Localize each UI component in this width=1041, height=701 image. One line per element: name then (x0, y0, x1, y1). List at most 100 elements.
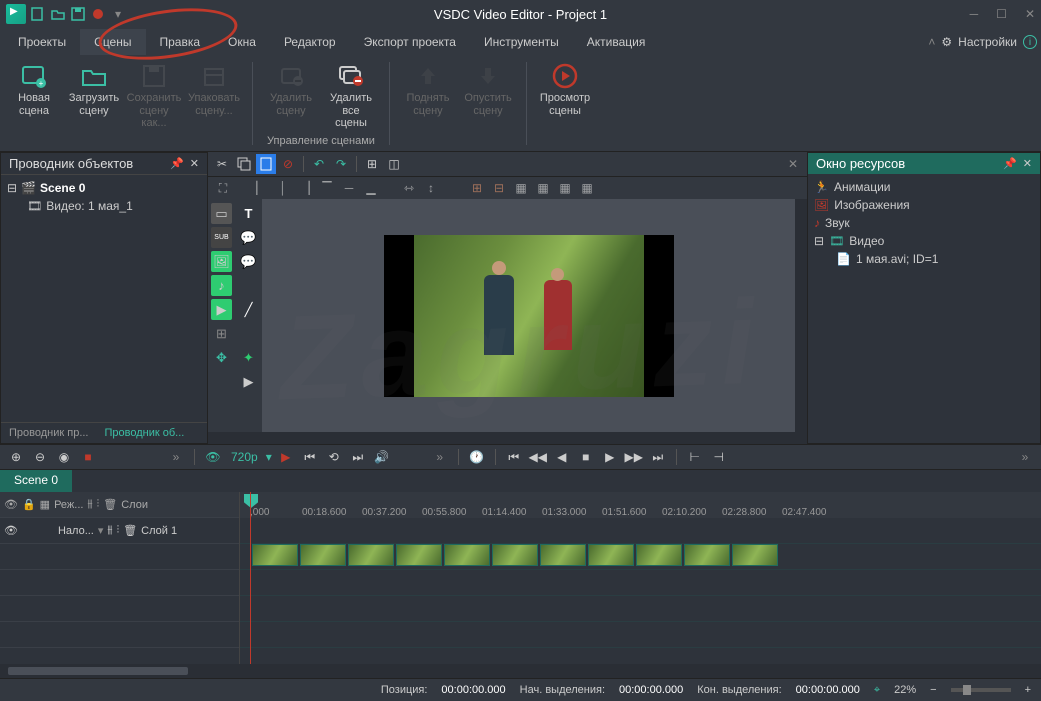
timeline-tab-scene[interactable]: Scene 0 (0, 470, 72, 492)
load-scene-button[interactable]: Загрузить сцену (66, 60, 122, 132)
align-right-icon[interactable]: ▕ (296, 180, 314, 196)
clip-thumb[interactable] (588, 544, 634, 566)
paste-icon[interactable] (256, 154, 276, 174)
audio-icon[interactable]: ♪ (211, 275, 232, 296)
close-panel-icon[interactable]: ✕ (1023, 157, 1032, 170)
menu-activation[interactable]: Активация (573, 29, 660, 55)
marker1-icon[interactable]: ⊢ (685, 447, 705, 467)
step-back-icon[interactable]: ⏮ (300, 447, 320, 467)
chevrons-icon[interactable]: » (1015, 447, 1035, 467)
eye-icon[interactable]: 👁 (203, 447, 223, 467)
timeline-track-row[interactable]: 👁 Нало... ▾ ⫵ ⫶ 🗑 Слой 1 (0, 518, 239, 544)
undo-icon[interactable]: ↶ (309, 154, 329, 174)
lock-col-icon[interactable]: 🔒 (22, 498, 36, 511)
volume-icon[interactable]: 🔊 (372, 447, 392, 467)
qat-open-icon[interactable] (50, 6, 66, 22)
rewind-icon[interactable]: ◀◀ (528, 447, 548, 467)
clip-thumb[interactable] (684, 544, 730, 566)
clip-thumb[interactable] (492, 544, 538, 566)
clock-icon[interactable]: 🕐 (467, 447, 487, 467)
move-icon[interactable]: ✥ (211, 347, 232, 368)
align-top-icon[interactable]: ▔ (318, 180, 336, 196)
workspace-hscroll[interactable] (208, 432, 807, 444)
crop-icon[interactable]: ◫ (384, 154, 404, 174)
collapse-icon[interactable]: ⊟ (7, 181, 17, 195)
res-video[interactable]: ⊟🎞Видео (814, 232, 1034, 250)
tree-video-node[interactable]: 🎞Видео: 1 мая_1 (27, 197, 201, 215)
tree-scene-node[interactable]: ⊟🎬Scene 0 (7, 179, 201, 197)
track-trash-icon[interactable]: 🗑 (123, 524, 137, 537)
dist-h-icon[interactable]: ⇿ (400, 180, 418, 196)
align-bot-icon[interactable]: ▁ (362, 180, 380, 196)
qat-dropdown-icon[interactable]: ▾ (110, 6, 126, 22)
stop-icon[interactable]: ■ (576, 447, 596, 467)
maximize-button[interactable]: ☐ (996, 7, 1007, 21)
shape-rect-icon[interactable]: ▭ (211, 203, 232, 224)
res-sound[interactable]: ♪Звук (814, 214, 1034, 232)
timeline-clips[interactable] (252, 544, 778, 566)
zoom-out-icon[interactable]: ⊖ (30, 447, 50, 467)
play-red-icon[interactable]: ▶ (276, 447, 296, 467)
info-icon[interactable]: i (1023, 35, 1037, 49)
dist-v-icon[interactable]: ↕ (422, 180, 440, 196)
copy-icon[interactable] (234, 154, 254, 174)
group-icon[interactable]: ⊞ (468, 180, 486, 196)
clip-thumb[interactable] (636, 544, 682, 566)
res-images[interactable]: 🖼Изображения (814, 196, 1034, 214)
chevron-up-icon[interactable]: ˄ (928, 35, 935, 49)
track-wave-icon[interactable]: ⫵ (107, 524, 112, 537)
zoom-slider[interactable] (951, 688, 1011, 692)
timeline-ruler[interactable]: ,000 00:18.600 00:37.200 00:55.800 01:14… (240, 492, 1041, 518)
record-icon[interactable]: ■ (78, 447, 98, 467)
chart-icon[interactable]: 💬 (238, 251, 259, 272)
expand-icon[interactable]: ⊟ (814, 234, 824, 248)
delete-icon[interactable]: ⊘ (278, 154, 298, 174)
menu-edit[interactable]: Правка (146, 29, 215, 55)
blend-col-icon[interactable]: ▦ (40, 498, 50, 511)
zoom-out-btn[interactable]: − (930, 684, 936, 696)
sprite-icon[interactable]: ⊞ (211, 323, 232, 344)
qat-save-icon[interactable] (70, 6, 86, 22)
pin-icon[interactable]: 📌 (170, 157, 184, 170)
play-tool-icon[interactable]: ▶ (238, 371, 259, 392)
explorer-tab-1[interactable]: Проводник пр... (1, 423, 97, 443)
preview-button[interactable]: Просмотр сцены (537, 60, 593, 119)
res-animations[interactable]: 🏃Анимации (814, 178, 1034, 196)
clip-thumb[interactable] (732, 544, 778, 566)
playhead-line[interactable] (250, 492, 251, 664)
goto-start-icon[interactable]: ⏮ (504, 447, 524, 467)
zoom-fit-icon[interactable]: ◉ (54, 447, 74, 467)
image-icon[interactable]: 🖼 (211, 251, 232, 272)
close-doc-icon[interactable]: ✕ (783, 154, 803, 174)
ffwd-icon[interactable]: ▶▶ (624, 447, 644, 467)
ungroup-icon[interactable]: ⊟ (490, 180, 508, 196)
workspace-vscroll[interactable] (795, 199, 807, 432)
playhead-handle-icon[interactable] (244, 494, 258, 508)
menu-windows[interactable]: Окна (214, 29, 270, 55)
video-icon[interactable]: ▶ (211, 299, 232, 320)
redo-icon[interactable]: ↷ (331, 154, 351, 174)
eye-col-icon[interactable]: 👁 (4, 498, 18, 511)
pin-icon[interactable]: 📌 (1003, 157, 1017, 170)
explorer-tab-2[interactable]: Проводник об... (97, 423, 193, 443)
next-frame-icon[interactable]: ▶ (600, 447, 620, 467)
close-button[interactable]: ✕ (1025, 7, 1035, 21)
preview-area[interactable] (262, 199, 795, 432)
align-center-icon[interactable]: │ (274, 180, 292, 196)
tooltip-icon[interactable]: 💬 (238, 227, 259, 248)
zoom-in-icon[interactable]: ⊕ (6, 447, 26, 467)
align-mid-icon[interactable]: ─ (340, 180, 358, 196)
menu-tools[interactable]: Инструменты (470, 29, 573, 55)
minimize-button[interactable]: ─ (970, 7, 979, 21)
text-icon[interactable]: T (238, 203, 259, 224)
qat-new-icon[interactable] (30, 6, 46, 22)
goto-end-icon[interactable]: ⏭ (648, 447, 668, 467)
back-icon[interactable]: ▦ (534, 180, 552, 196)
res-video-file[interactable]: 📄1 мая.avi; ID=1 (836, 250, 1034, 268)
select-all-icon[interactable]: ⛶ (214, 180, 232, 196)
prev-frame-icon[interactable]: ◀ (552, 447, 572, 467)
clip-thumb[interactable] (444, 544, 490, 566)
target-icon[interactable]: ⌖ (874, 684, 880, 697)
subtitle-icon[interactable]: SUB (211, 227, 232, 248)
marker2-icon[interactable]: ⊣ (709, 447, 729, 467)
